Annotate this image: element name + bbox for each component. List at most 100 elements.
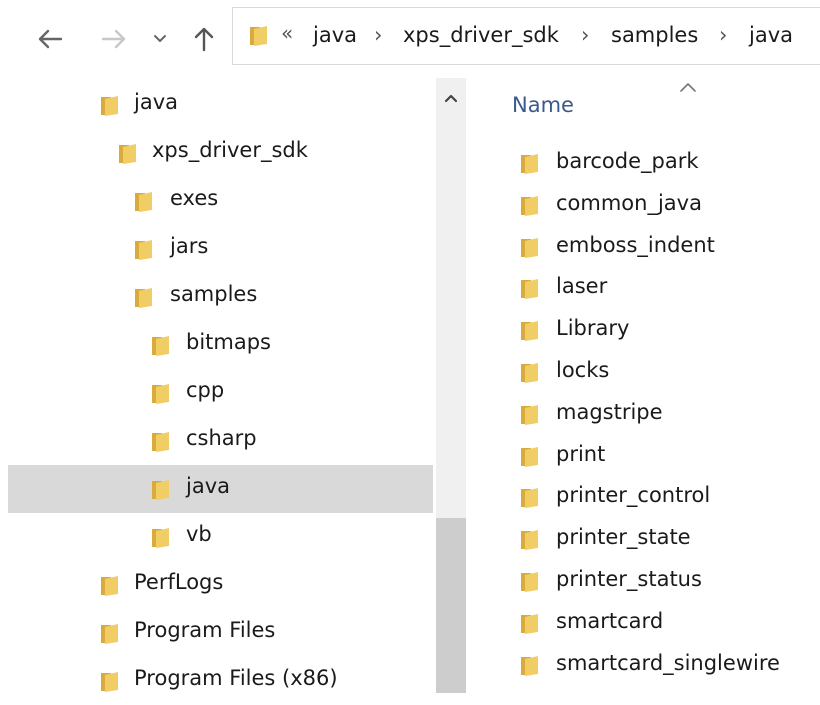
arrow-left-icon [38, 29, 63, 49]
tree-item-java[interactable]: java [8, 81, 433, 129]
folder-item[interactable]: smartcard [470, 602, 820, 644]
breadcrumb-java[interactable]: java [313, 23, 357, 47]
folder-item-label: print [556, 441, 606, 466]
folder-icon [521, 363, 538, 383]
tree-item-xps-driver-sdk[interactable]: xps_driver_sdk [8, 129, 433, 177]
tree-item-label: cpp [186, 378, 225, 402]
tree-item-java[interactable]: java [8, 465, 433, 513]
breadcrumb-separator[interactable]: › [374, 23, 382, 47]
tree-item-perflogs[interactable]: PerfLogs [8, 561, 433, 609]
file-list: Name barcode_park common_java emboss_inden… [470, 78, 820, 693]
folder-icon [250, 26, 267, 46]
scroll-thumb[interactable] [436, 518, 466, 693]
tree-item-label: bitmaps [186, 330, 271, 354]
folder-item[interactable]: print [470, 435, 820, 477]
tree-item-label: Program Files (x86) [134, 666, 338, 690]
address-overflow-indicator[interactable]: « [281, 21, 293, 45]
folder-icon [101, 576, 118, 596]
address-bar[interactable]: « java › xps_driver_sdk › samples › java [232, 7, 820, 65]
navigation-pane-scrollbar[interactable] [436, 78, 466, 693]
folder-icon [521, 279, 538, 300]
folder-icon [101, 672, 118, 692]
folder-item-label: emboss_indent [556, 232, 715, 257]
folder-icon [119, 144, 136, 164]
folder-item-label: magstripe [556, 399, 663, 424]
folder-item-label: smartcard_singlewire [556, 650, 780, 675]
tree-item-label: vb [186, 522, 212, 546]
tree-item-csharp[interactable]: csharp [8, 417, 433, 465]
folder-item[interactable]: Library [470, 309, 820, 351]
folder-item[interactable]: printer_control [470, 476, 820, 518]
breadcrumb-samples[interactable]: samples [611, 23, 698, 47]
arrow-right-icon [101, 29, 126, 49]
folder-item[interactable]: magstripe [470, 393, 820, 435]
folder-icon [135, 240, 152, 260]
folder-item-label: common_java [556, 190, 702, 215]
back-button[interactable] [28, 20, 72, 58]
folder-item[interactable]: common_java [470, 184, 820, 226]
folder-icon [152, 432, 169, 452]
tree-item-label: samples [170, 282, 258, 306]
up-button[interactable] [184, 20, 224, 58]
tree-item-jars[interactable]: jars [8, 225, 433, 273]
navigation-pane: java xps_driver_sdkexes jars samples bitmaps… [0, 78, 436, 693]
folder-icon [521, 404, 538, 425]
navigation-toolbar: « java › xps_driver_sdk › samples › java [0, 0, 820, 78]
forward-button[interactable] [92, 20, 136, 58]
folder-item[interactable]: locks [470, 351, 820, 393]
folder-icon [521, 237, 538, 258]
folder-item[interactable]: smartcard_singlewire [470, 644, 820, 686]
folder-item[interactable]: barcode_park [470, 142, 820, 184]
folder-icon [152, 480, 169, 500]
tree-item-samples[interactable]: samples [8, 273, 433, 321]
folder-item-label: Library [556, 316, 630, 341]
column-header-name[interactable]: Name [512, 93, 574, 117]
arrow-up-icon [194, 27, 214, 52]
folder-icon [521, 321, 538, 342]
folder-icon [135, 288, 152, 308]
folder-icon [521, 655, 538, 676]
recent-locations-button[interactable] [146, 20, 174, 58]
tree-item-label: xps_driver_sdk [152, 138, 308, 162]
folder-icon [521, 530, 538, 551]
folder-item-label: laser [556, 274, 608, 299]
folder-item-label: printer_status [556, 567, 702, 591]
scroll-up-button[interactable] [436, 78, 466, 118]
folder-icon [152, 336, 169, 356]
chevron-down-icon [154, 35, 166, 42]
tree-item-label: java [186, 474, 230, 498]
tree-item-program-files-x86-[interactable]: Program Files (x86) [8, 657, 433, 705]
folder-item[interactable]: printer_state [470, 518, 820, 560]
tree-item-vb[interactable]: vb [8, 513, 433, 561]
sort-ascending-icon [680, 83, 696, 92]
folder-item[interactable]: emboss_indent [470, 226, 820, 268]
breadcrumb-xps-driver-sdk[interactable]: xps_driver_sdk [403, 23, 559, 47]
folder-item-label: smartcard [556, 608, 664, 633]
folder-icon [521, 613, 538, 634]
folder-item[interactable]: printer_status [470, 560, 820, 602]
tree-item-exes[interactable]: exes [8, 177, 433, 225]
folder-item[interactable]: laser [470, 267, 820, 309]
folder-item-label: locks [556, 358, 610, 382]
folder-icon [135, 192, 152, 212]
tree-item-label: csharp [186, 426, 257, 450]
tree-item-program-files[interactable]: Program Files [8, 609, 433, 657]
folder-icon [521, 195, 538, 216]
folder-icon [521, 446, 538, 467]
tree-item-bitmaps[interactable]: bitmaps [8, 321, 433, 369]
folder-icon [152, 384, 169, 404]
breadcrumb-java-current[interactable]: java [749, 23, 793, 47]
folder-icon [101, 96, 118, 116]
chevron-up-icon [444, 94, 458, 103]
breadcrumb-separator[interactable]: › [719, 23, 727, 47]
folder-item-label: printer_control [556, 483, 711, 508]
folder-icon [521, 154, 538, 174]
folder-icon [521, 488, 538, 509]
tree-item-label: java [134, 90, 178, 114]
tree-item-cpp[interactable]: cpp [8, 369, 433, 417]
folder-icon [152, 528, 169, 548]
folder-icon [101, 624, 118, 644]
tree-item-label: exes [170, 186, 219, 210]
tree-item-label: jars [170, 234, 209, 258]
breadcrumb-separator[interactable]: › [581, 23, 589, 47]
